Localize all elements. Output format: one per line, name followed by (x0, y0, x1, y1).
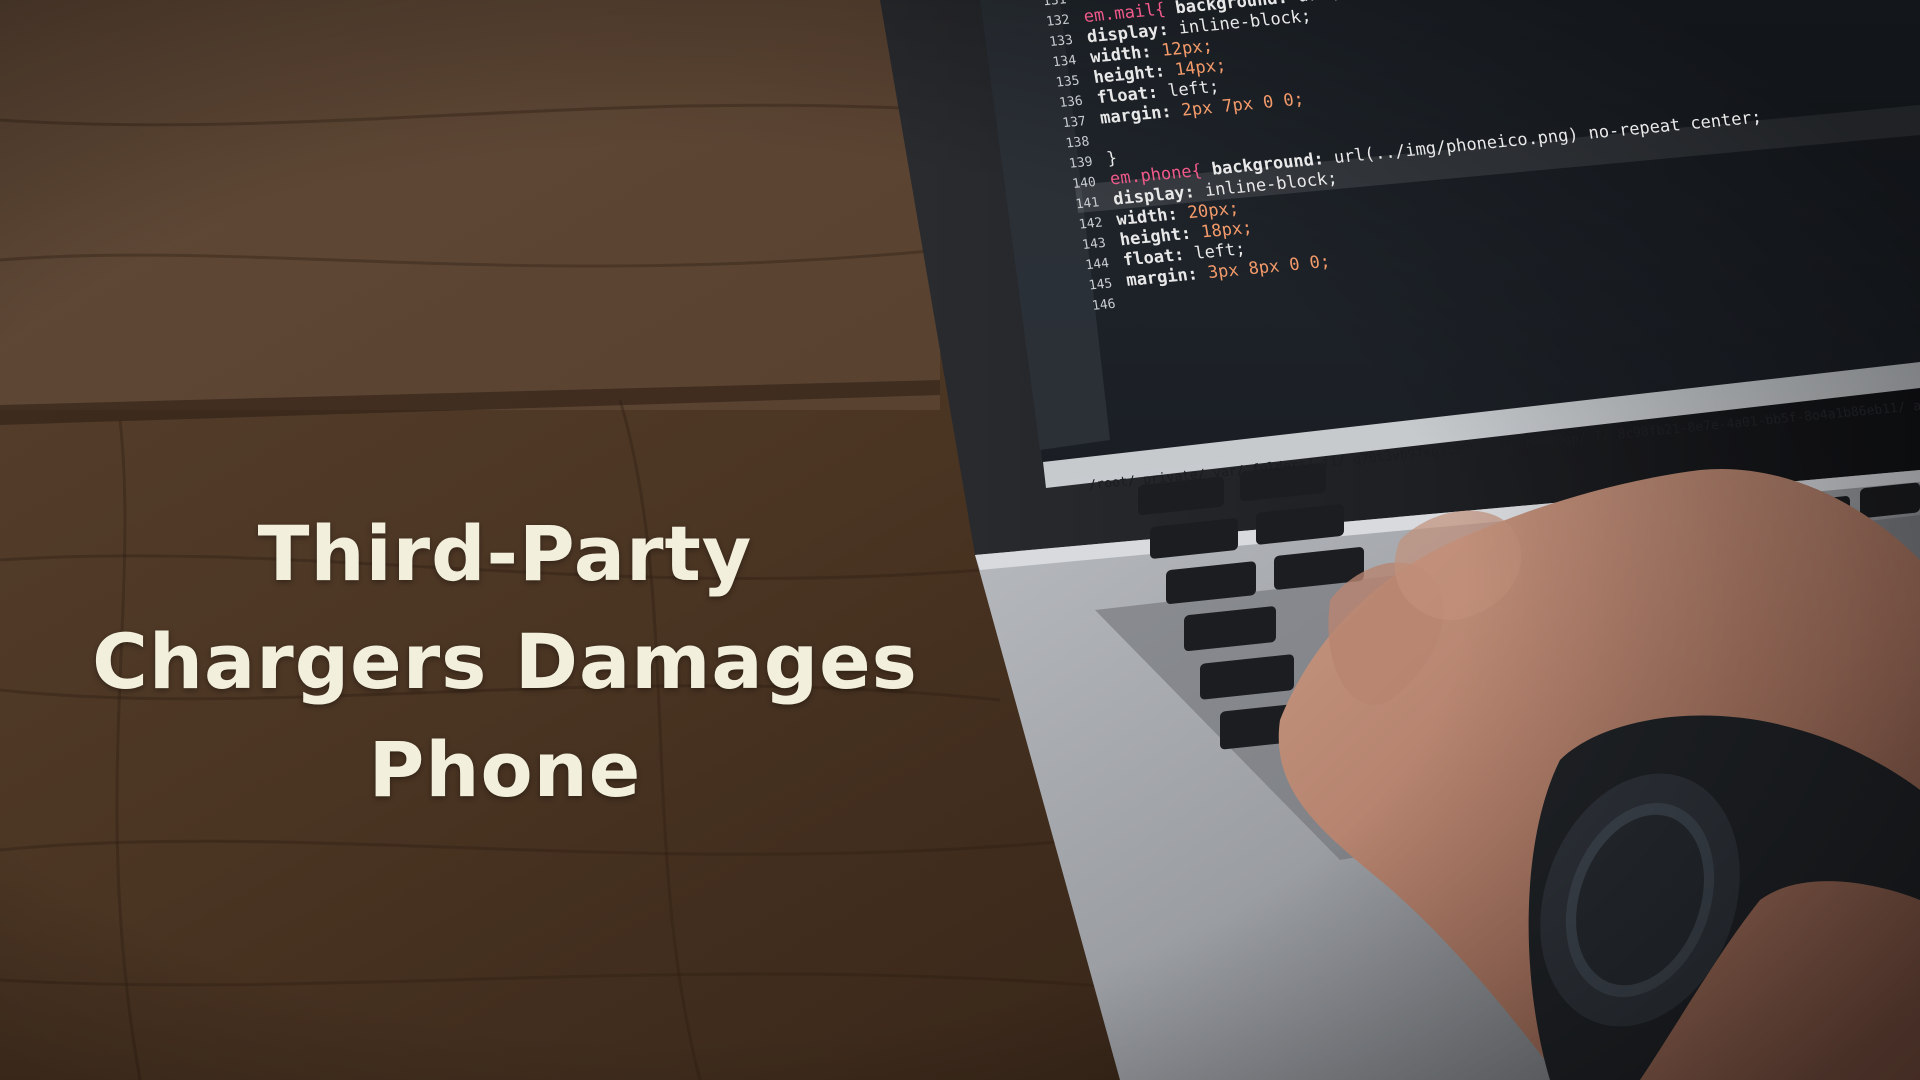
line-number: 134 (1052, 53, 1078, 70)
line-number: 143 (1081, 236, 1107, 253)
line-number: 145 (1088, 276, 1114, 293)
headline-line-3: Phone (368, 725, 642, 814)
line-number: 139 (1068, 155, 1094, 172)
line-number: 142 (1078, 216, 1104, 233)
headline: Third-Party Chargers Damages Phone (60, 500, 950, 824)
line-number: 133 (1048, 33, 1074, 50)
line-number: 146 (1091, 297, 1117, 314)
line-number: 135 (1055, 73, 1081, 90)
headline-line-2: Chargers Damages (92, 617, 918, 706)
line-number: 144 (1084, 256, 1110, 273)
headline-line-1: Third-Party (257, 509, 753, 598)
line-number: 141 (1075, 195, 1101, 212)
line-number: 136 (1058, 94, 1084, 111)
line-number: 140 (1071, 175, 1097, 192)
line-number: 137 (1061, 114, 1087, 131)
line-number: 138 (1065, 134, 1091, 151)
photo-scene: 1261271281291301311321331341351361371381… (0, 0, 1920, 1080)
line-number: 132 (1045, 13, 1071, 30)
